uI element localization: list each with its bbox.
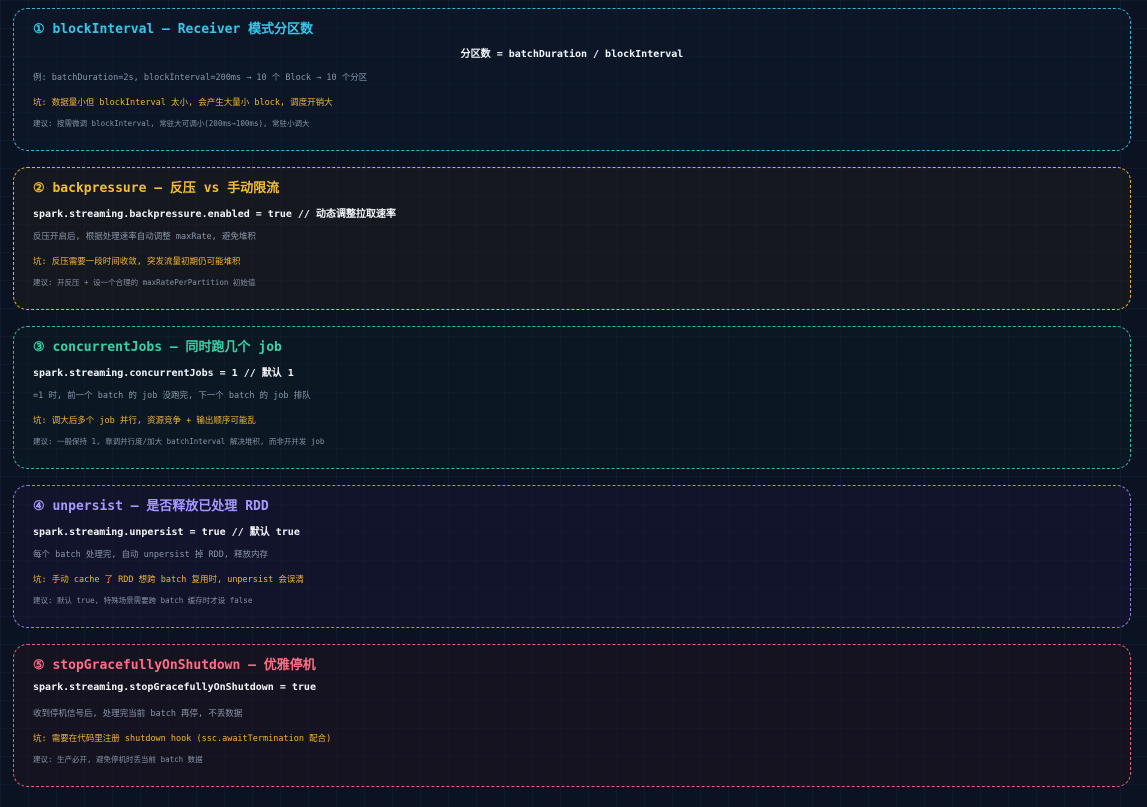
card-suggestion: 建议: 一般保持 1, 靠调并行度/加大 batchInterval 解决堆积,… bbox=[33, 437, 325, 446]
card-suggestion: 建议: 开反压 + 设一个合理的 maxRatePerPartition 初始值 bbox=[33, 278, 256, 287]
card-title: ② backpressure — 反压 vs 手动限流 bbox=[33, 181, 280, 196]
card-pitfall: 坑: 数据量小但 blockInterval 太小, 会产生大量小 block,… bbox=[33, 98, 333, 108]
card-suggestion: 建议: 按需微调 blockInterval, 常驻大可调小(200ms→100… bbox=[33, 119, 310, 128]
card-title: ① blockInterval — Receiver 模式分区数 bbox=[33, 22, 314, 37]
card-concurrent-jobs: ③ concurrentJobs — 同时跑几个 job spark.strea… bbox=[13, 326, 1131, 469]
card-description: 反压开启后, 根据处理速率自动调整 maxRate, 避免堆积 bbox=[33, 232, 256, 242]
card-description: =1 时, 前一个 batch 的 job 没跑完, 下一个 batch 的 j… bbox=[33, 391, 311, 401]
card-title: ③ concurrentJobs — 同时跑几个 job bbox=[33, 340, 282, 355]
card-description: 收到停机信号后, 处理完当前 batch 再停, 不丢数据 bbox=[33, 709, 243, 719]
card-suggestion: 建议: 默认 true, 特殊场景需要跨 batch 缓存时才设 false bbox=[33, 596, 253, 605]
card-code: 分区数 = batchDuration / blockInterval bbox=[460, 49, 684, 60]
card-pitfall: 坑: 需要在代码里注册 shutdown hook (ssc.awaitTerm… bbox=[33, 734, 332, 744]
card-code: spark.streaming.backpressure.enabled = t… bbox=[33, 209, 396, 220]
card-pitfall: 坑: 手动 cache 了 RDD 想跨 batch 复用时, unpersis… bbox=[33, 575, 304, 585]
card-title: ⑤ stopGracefullyOnShutdown — 优雅停机 bbox=[33, 658, 316, 673]
card-code: spark.streaming.concurrentJobs = 1 // 默认… bbox=[33, 368, 294, 379]
card-code: spark.streaming.unpersist = true // 默认 t… bbox=[33, 527, 300, 538]
card-stop-gracefully: ⑤ stopGracefullyOnShutdown — 优雅停机 spark.… bbox=[13, 644, 1131, 787]
card-suggestion: 建议: 生产必开, 避免停机时丢当前 batch 数据 bbox=[33, 755, 203, 764]
card-pitfall: 坑: 反压需要一段时间收敛, 突发流量初期仍可能堆积 bbox=[33, 257, 241, 267]
card-description: 每个 batch 处理完, 自动 unpersist 掉 RDD, 释放内存 bbox=[33, 550, 269, 560]
card-backpressure: ② backpressure — 反压 vs 手动限流 spark.stream… bbox=[13, 167, 1131, 310]
card-title: ④ unpersist — 是否释放已处理 RDD bbox=[33, 499, 269, 514]
card-description: 例: batchDuration=2s, blockInterval=200ms… bbox=[33, 73, 368, 83]
card-block-interval: ① blockInterval — Receiver 模式分区数 分区数 = b… bbox=[13, 8, 1131, 151]
card-pitfall: 坑: 调大后多个 job 并行, 资源竞争 + 输出顺序可能乱 bbox=[33, 416, 256, 426]
card-unpersist: ④ unpersist — 是否释放已处理 RDD spark.streamin… bbox=[13, 485, 1131, 628]
card-code: spark.streaming.stopGracefullyOnShutdown… bbox=[33, 682, 316, 693]
